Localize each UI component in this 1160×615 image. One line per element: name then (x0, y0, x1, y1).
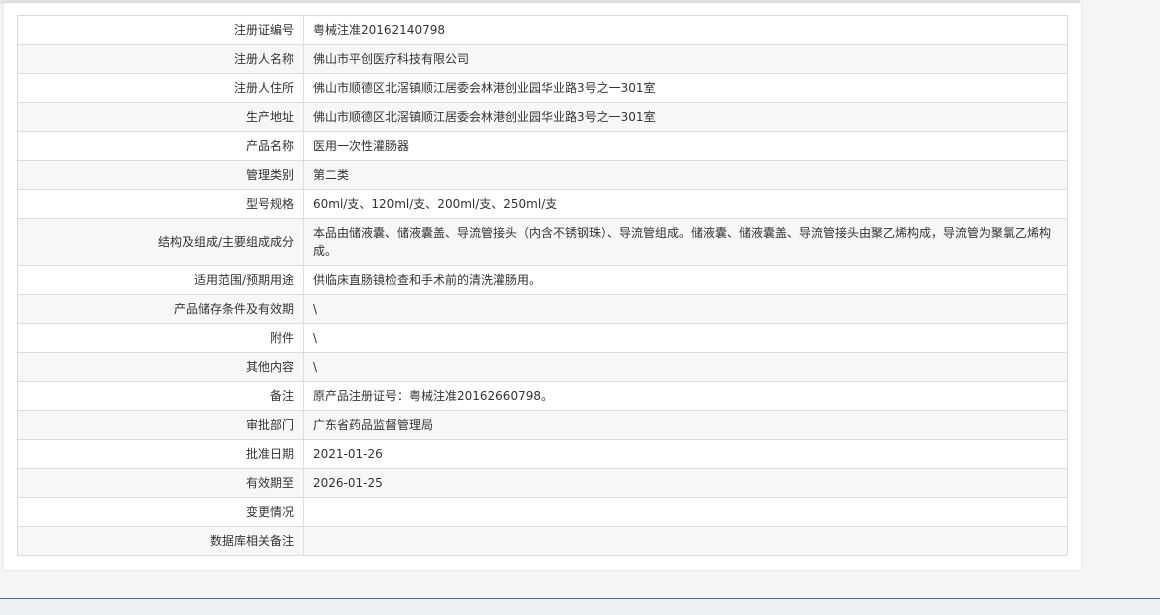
row-value: 本品由储液囊、储液囊盖、导流管接头（内含不锈钢珠）、导流管组成。储液囊、储液囊盖… (303, 218, 1068, 266)
row-value: 供临床直肠镜检查和手术前的清洗灌肠用。 (303, 265, 1068, 295)
row-structure-composition: 结构及组成/主要组成成分 本品由储液囊、储液囊盖、导流管接头（内含不锈钢珠）、导… (17, 218, 1068, 266)
row-other-content: 其他内容 \ (17, 352, 1068, 382)
row-label: 数据库相关备注 (17, 526, 304, 556)
row-intended-use: 适用范围/预期用途 供临床直肠镜检查和手术前的清洗灌肠用。 (17, 265, 1068, 295)
row-approval-department: 审批部门 广东省药品监督管理局 (17, 410, 1068, 440)
row-label: 产品名称 (17, 131, 304, 161)
detail-panel: 注册证编号 粤械注准20162140798 注册人名称 佛山市平创医疗科技有限公… (4, 3, 1081, 570)
row-value: 2021-01-26 (303, 439, 1068, 469)
row-label: 型号规格 (17, 189, 304, 219)
row-approval-date: 批准日期 2021-01-26 (17, 439, 1068, 469)
row-label: 产品储存条件及有效期 (17, 294, 304, 324)
row-product-name: 产品名称 医用一次性灌肠器 (17, 131, 1068, 161)
row-label: 注册人住所 (17, 73, 304, 103)
row-value: 2026-01-25 (303, 468, 1068, 498)
row-attachment: 附件 \ (17, 323, 1068, 353)
row-registrant-name: 注册人名称 佛山市平创医疗科技有限公司 (17, 44, 1068, 74)
row-label: 结构及组成/主要组成成分 (17, 218, 304, 266)
row-change-status: 变更情况 (17, 497, 1068, 527)
row-registrant-address: 注册人住所 佛山市顺德区北滘镇顺江居委会林港创业园华业路3号之一301室 (17, 73, 1068, 103)
row-value: 广东省药品监督管理局 (303, 410, 1068, 440)
row-label: 其他内容 (17, 352, 304, 382)
row-management-class: 管理类别 第二类 (17, 160, 1068, 190)
row-value: 第二类 (303, 160, 1068, 190)
row-storage-validity: 产品储存条件及有效期 \ (17, 294, 1068, 324)
row-database-remarks: 数据库相关备注 (17, 526, 1068, 556)
row-value: \ (303, 352, 1068, 382)
row-label: 附件 (17, 323, 304, 353)
row-value: 佛山市平创医疗科技有限公司 (303, 44, 1068, 74)
row-label: 备注 (17, 381, 304, 411)
row-value: 粤械注准20162140798 (303, 15, 1068, 45)
row-value: \ (303, 294, 1068, 324)
row-value: \ (303, 323, 1068, 353)
row-valid-until: 有效期至 2026-01-25 (17, 468, 1068, 498)
row-model-spec: 型号规格 60ml/支、120ml/支、200ml/支、250ml/支 (17, 189, 1068, 219)
row-label: 生产地址 (17, 102, 304, 132)
row-label: 审批部门 (17, 410, 304, 440)
row-label: 适用范围/预期用途 (17, 265, 304, 295)
row-remarks: 备注 原产品注册证号：粤械注准20162660798。 (17, 381, 1068, 411)
row-value: 佛山市顺德区北滘镇顺江居委会林港创业园华业路3号之一301室 (303, 73, 1068, 103)
row-label: 管理类别 (17, 160, 304, 190)
row-label: 变更情况 (17, 497, 304, 527)
row-value (303, 526, 1068, 556)
registration-detail-table: 注册证编号 粤械注准20162140798 注册人名称 佛山市平创医疗科技有限公… (17, 15, 1068, 556)
row-value (303, 497, 1068, 527)
bottom-bar (0, 598, 1160, 615)
row-label: 批准日期 (17, 439, 304, 469)
row-value: 佛山市顺德区北滘镇顺江居委会林港创业园华业路3号之一301室 (303, 102, 1068, 132)
row-value: 60ml/支、120ml/支、200ml/支、250ml/支 (303, 189, 1068, 219)
row-value: 原产品注册证号：粤械注准20162660798。 (303, 381, 1068, 411)
row-production-address: 生产地址 佛山市顺德区北滘镇顺江居委会林港创业园华业路3号之一301室 (17, 102, 1068, 132)
row-label: 注册证编号 (17, 15, 304, 45)
row-label: 注册人名称 (17, 44, 304, 74)
row-registration-number: 注册证编号 粤械注准20162140798 (17, 15, 1068, 45)
row-value: 医用一次性灌肠器 (303, 131, 1068, 161)
row-label: 有效期至 (17, 468, 304, 498)
